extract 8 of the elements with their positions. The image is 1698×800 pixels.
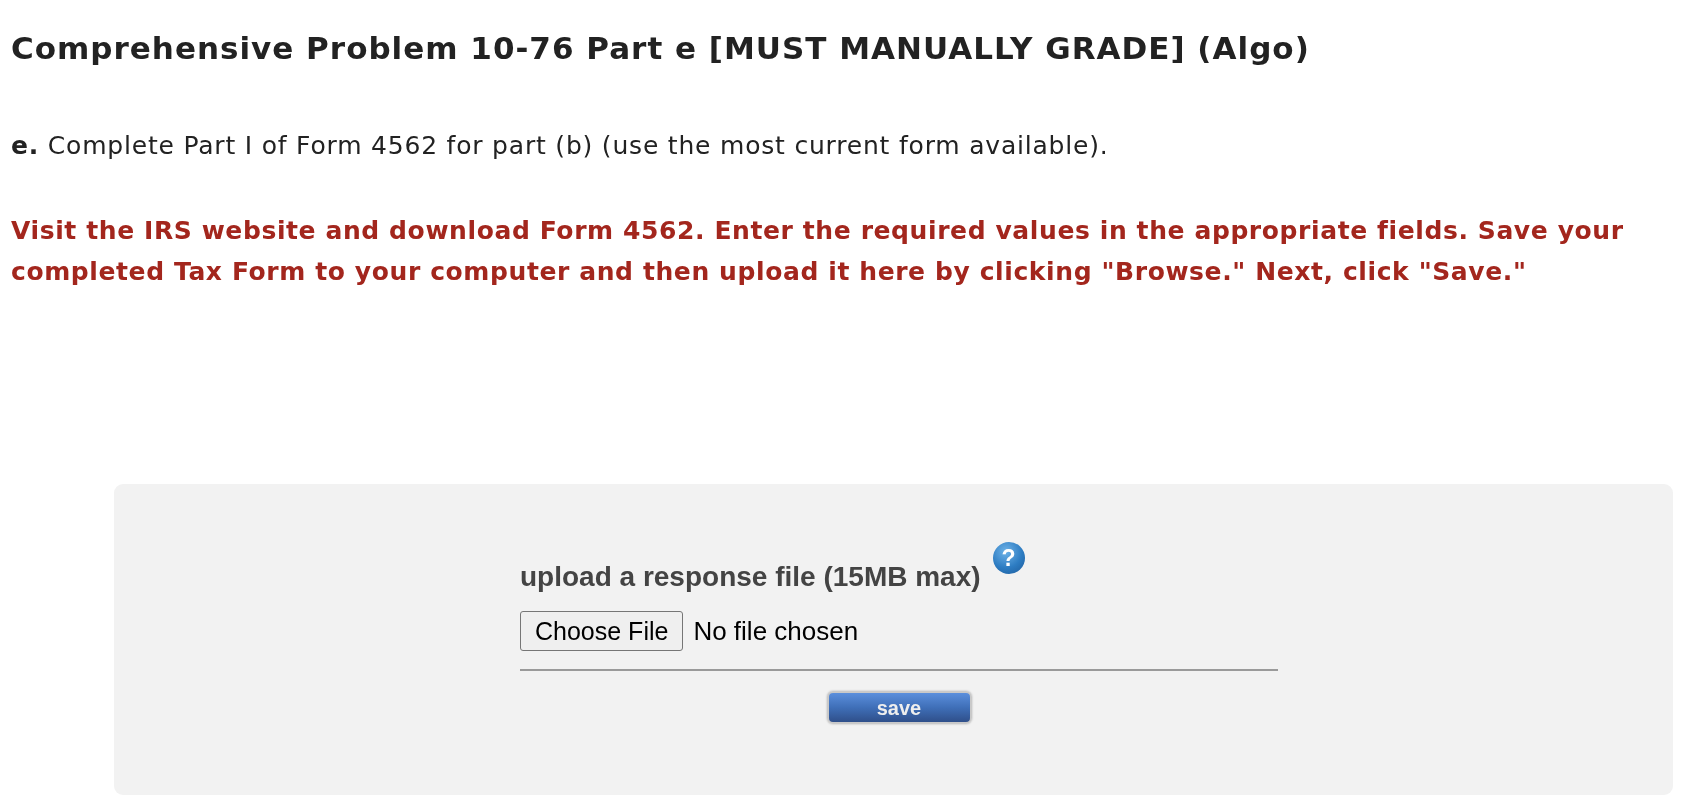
save-button[interactable]: save — [826, 691, 972, 724]
choose-file-button[interactable]: Choose File — [520, 611, 684, 651]
upload-instructions: Visit the IRS website and download Form 4562. Enter the required values in the appropriate fields. Save your completed Tax Form to your computer and then upload it here by clicking "Browse." Next, click "Save." — [11, 215, 1625, 288]
file-status-text: No file chosen — [693, 615, 859, 647]
upload-label: upload a response file (15MB max) — [520, 561, 981, 593]
help-icon[interactable]: ? — [992, 542, 1025, 574]
question-prompt: e. Complete Part I of Form 4562 for part (b) (use the most current form available). — [11, 130, 1109, 162]
problem-title: Comprehensive Problem 10-76 Part e [MUST MANUALLY GRADE] (Algo) — [11, 29, 1310, 68]
